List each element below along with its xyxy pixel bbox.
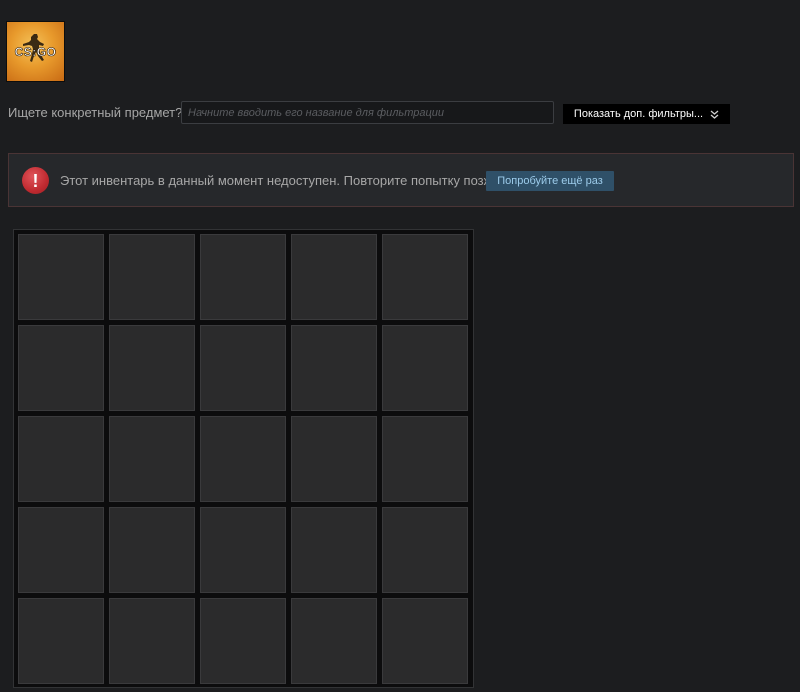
svg-text:CS:GO: CS:GO	[15, 45, 57, 59]
inventory-slot[interactable]	[382, 234, 468, 320]
inventory-slot[interactable]	[291, 325, 377, 411]
inventory-slot[interactable]	[200, 507, 286, 593]
retry-button[interactable]: Попробуйте ещё раз	[486, 171, 614, 191]
inventory-slot[interactable]	[109, 325, 195, 411]
csgo-logo-icon[interactable]: CS:GO	[6, 21, 65, 82]
inventory-slot[interactable]	[18, 416, 104, 502]
filter-label: Ищете конкретный предмет?	[8, 105, 183, 120]
inventory-slot[interactable]	[291, 416, 377, 502]
inventory-slot[interactable]	[291, 507, 377, 593]
error-message: Этот инвентарь в данный момент недоступе…	[60, 173, 504, 188]
inventory-slot[interactable]	[382, 507, 468, 593]
inventory-slot[interactable]	[382, 416, 468, 502]
inventory-slot[interactable]	[18, 598, 104, 684]
inventory-unavailable-banner: ! Этот инвентарь в данный момент недосту…	[8, 153, 794, 207]
alert-icon-glyph: !	[32, 170, 39, 191]
inventory-slot[interactable]	[200, 325, 286, 411]
inventory-slot[interactable]	[18, 234, 104, 320]
item-filter-input[interactable]	[181, 101, 554, 124]
inventory-slot[interactable]	[109, 234, 195, 320]
inventory-slot[interactable]	[109, 598, 195, 684]
inventory-slot[interactable]	[200, 416, 286, 502]
inventory-slot[interactable]	[382, 598, 468, 684]
inventory-slot[interactable]	[382, 325, 468, 411]
inventory-page: CS:GO Ищете конкретный предмет? Показать…	[0, 0, 800, 692]
inventory-slot[interactable]	[291, 598, 377, 684]
csgo-logo-text: CS:GO	[14, 45, 57, 60]
inventory-slot[interactable]	[18, 507, 104, 593]
filter-row: Ищете конкретный предмет? Показать доп. …	[8, 101, 788, 125]
inventory-slot[interactable]	[200, 234, 286, 320]
inventory-slot[interactable]	[291, 234, 377, 320]
double-chevron-down-icon	[710, 110, 719, 119]
show-more-filters-button[interactable]: Показать доп. фильтры...	[563, 104, 730, 124]
inventory-grid	[13, 229, 474, 688]
alert-icon: !	[22, 167, 49, 194]
show-more-filters-label: Показать доп. фильтры...	[573, 108, 704, 120]
inventory-slot[interactable]	[200, 598, 286, 684]
inventory-slot[interactable]	[18, 325, 104, 411]
inventory-slot[interactable]	[109, 416, 195, 502]
inventory-slot[interactable]	[109, 507, 195, 593]
